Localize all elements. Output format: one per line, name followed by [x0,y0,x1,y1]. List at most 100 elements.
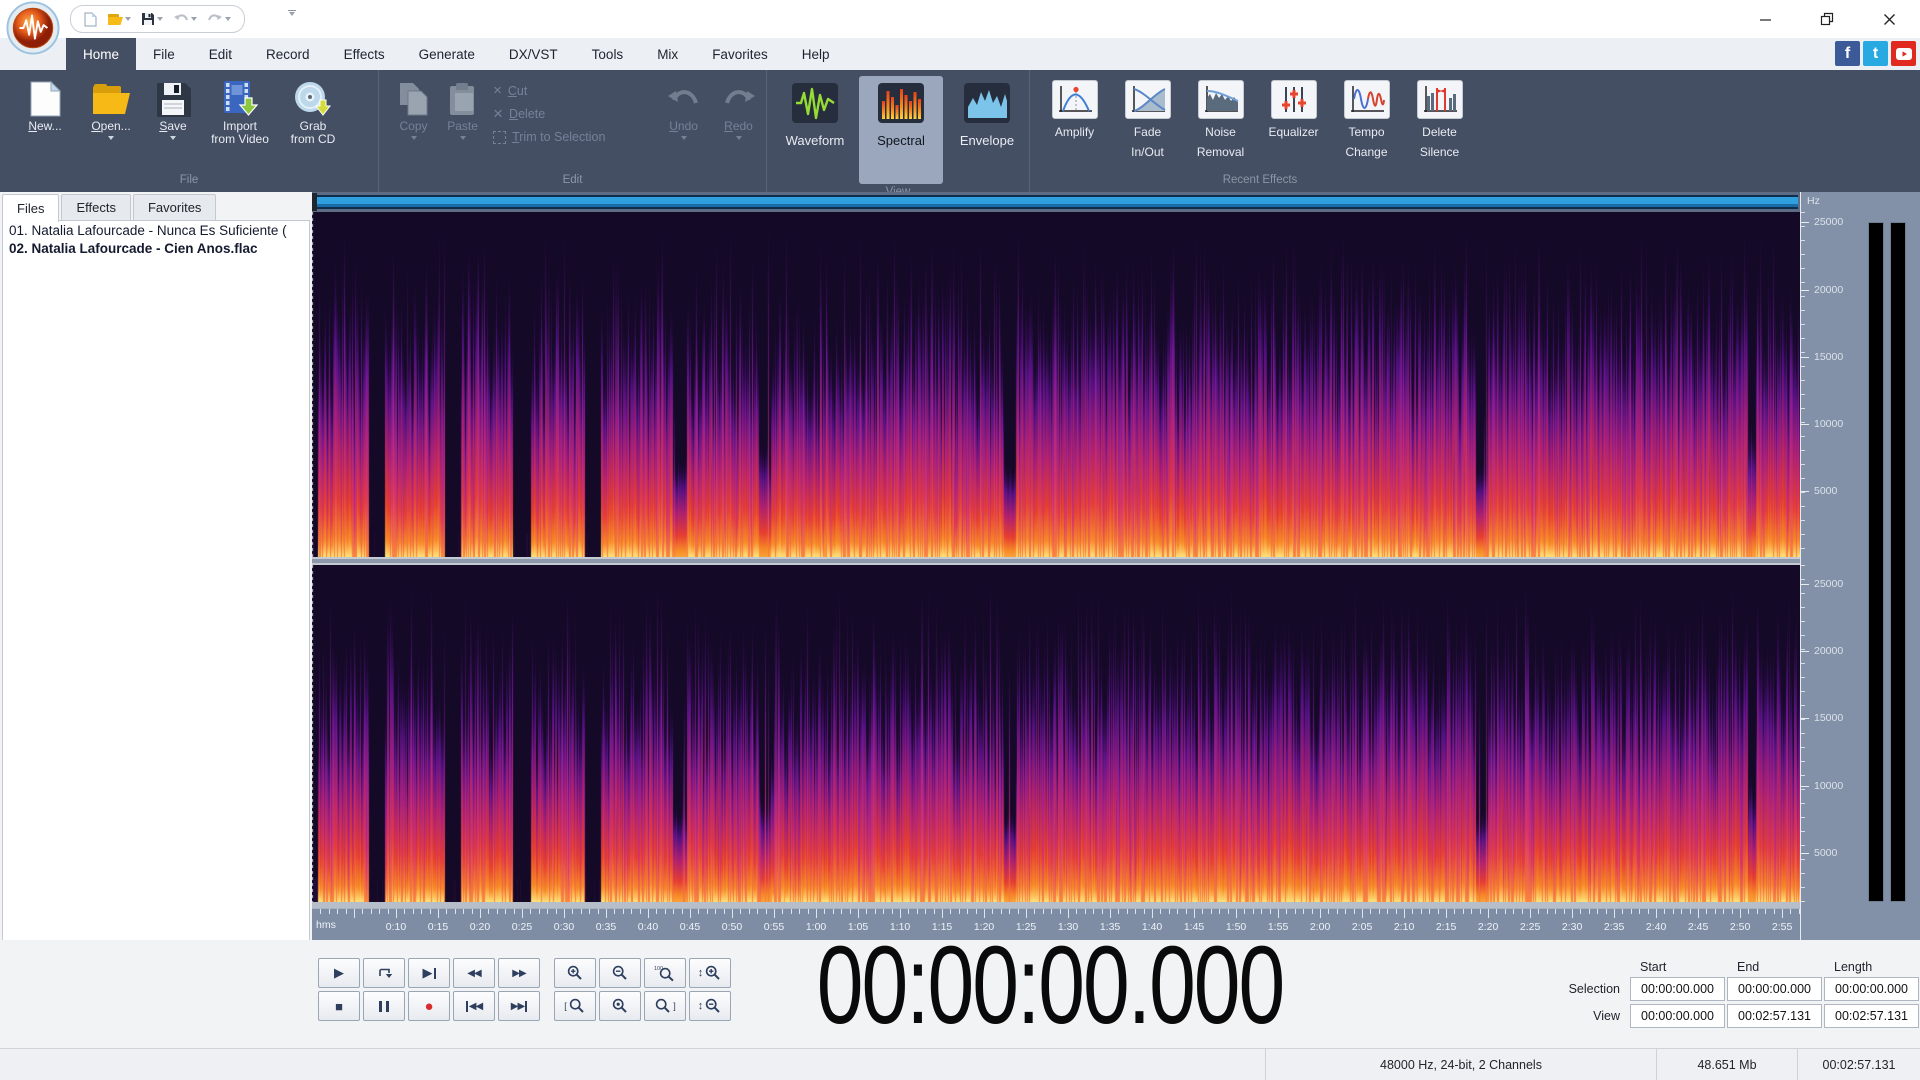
channel-divider[interactable] [312,557,1800,565]
dropdown-arrow-icon[interactable] [125,17,131,21]
minimize-button[interactable] [1734,0,1796,38]
go-to-start-button[interactable]: ◀◀ [453,991,495,1021]
menu-tab-record[interactable]: Record [249,38,327,70]
selection-start-value[interactable]: 00:00:00.000 [1630,977,1725,1001]
tab-favorites[interactable]: Favorites [132,194,217,220]
play-to-end-button[interactable]: ▶ [408,958,450,988]
app-logo[interactable] [6,1,60,55]
overview-start-marker[interactable] [312,193,317,211]
loop-playback-button[interactable] [363,958,405,988]
frequency-scale-channel-1: 25000 20000 15000 10000 5000 [1801,212,1863,557]
dropdown-arrow-icon [680,136,687,140]
silence-label-1: Delete [1422,125,1457,139]
go-to-end-button[interactable]: ▶▶ [498,991,540,1021]
save-button[interactable]: Save [144,76,202,140]
view-length-value[interactable]: 00:02:57.131 [1824,1004,1919,1028]
minimize-icon [1759,18,1771,21]
envelope-icon [964,83,1010,123]
twitter-button[interactable]: t [1863,41,1888,66]
level-meter-left [1868,222,1884,902]
tab-effects[interactable]: Effects [61,194,131,220]
tab-files[interactable]: Files [2,194,60,222]
open-label: Open... [91,119,131,133]
selection-row-label: Selection [1568,982,1620,996]
menu-tab-help[interactable]: Help [785,38,847,70]
view-start-value[interactable]: 00:00:00.000 [1630,1004,1725,1028]
cut-button: × Cut [493,83,648,98]
zoom-out-button[interactable] [599,958,641,988]
menu-tab-favorites[interactable]: Favorites [695,38,785,70]
equalizer-button[interactable]: Equalizer [1257,76,1330,139]
zoom-in-button[interactable] [554,958,596,988]
menu-tab-edit[interactable]: Edit [192,38,249,70]
close-button[interactable] [1858,0,1920,38]
dropdown-arrow-icon[interactable] [108,136,114,140]
dropdown-arrow-icon[interactable] [191,17,197,21]
fade-label-1: Fade [1133,125,1162,139]
menu-tab-home[interactable]: Home [66,38,137,70]
fade-in-out-button[interactable]: Fade In/Out [1111,76,1184,159]
quick-redo-button[interactable] [204,8,234,30]
dropdown-arrow-icon[interactable] [225,17,231,21]
pause-icon [379,1000,382,1012]
dropdown-arrow-icon[interactable] [157,17,163,21]
paste-button: Paste [438,76,487,140]
file-list-item[interactable]: 01. Natalia Lafourcade - Nunca Es Sufici… [3,221,309,239]
equalizer-icon [1281,87,1306,112]
spectrogram-channel-2[interactable] [312,565,1800,902]
menu-tab-mix[interactable]: Mix [640,38,695,70]
facebook-button[interactable]: f [1835,41,1860,66]
spectral-view-button[interactable]: Spectral [859,76,943,184]
import-from-video-button[interactable]: Import from Video [202,76,278,146]
menu-tab-dxvst[interactable]: DX/VST [492,38,575,70]
selection-info-panel: Start End Length Selection 00:00:00.000 … [1548,956,1919,1028]
quick-save-button[interactable] [138,8,166,30]
menu-tab-effects[interactable]: Effects [327,38,402,70]
waveform-view-button[interactable]: Waveform [773,76,857,147]
overview-scrollbar[interactable] [314,195,1798,209]
youtube-button[interactable] [1891,41,1916,66]
menu-tab-generate[interactable]: Generate [402,38,492,70]
quick-open-button[interactable] [104,8,134,30]
delete-icon: × [493,104,504,123]
open-button[interactable]: Open... [78,76,144,140]
record-button[interactable]: ● [408,991,450,1021]
rewind-button[interactable]: ◀◀ [453,958,495,988]
file-list-item-active[interactable]: 02. Natalia Lafourcade - Cien Anos.flac [3,239,309,257]
fast-forward-button[interactable]: ▶▶ [498,958,540,988]
amplify-button[interactable]: Amplify [1038,76,1111,139]
waveform-label: Waveform [785,133,845,148]
menu-tab-tools[interactable]: Tools [575,38,641,70]
customize-toolbar-button[interactable] [288,10,296,16]
files-panel: Files Effects Favorites 01. Natalia Lafo… [0,192,312,1080]
envelope-view-button[interactable]: Envelope [945,76,1029,147]
play-button[interactable]: ▶ [318,958,360,988]
maximize-button[interactable] [1796,0,1858,38]
edit-group-caption: Edit [562,174,583,186]
redo-icon [208,14,222,21]
new-button[interactable]: New... [12,76,78,133]
copy-button: Copy [389,76,438,140]
fade-icon [1131,86,1165,112]
selection-end-value[interactable]: 00:00:00.000 [1727,977,1822,1001]
frequency-axis: Hz 25000 20000 15000 10000 5000 25000 20000 15… [1800,192,1863,940]
menu-tab-file[interactable]: File [136,38,192,70]
zoom-selection-start-button[interactable]: [ [554,991,596,1021]
spectrogram-channel-1[interactable] [312,212,1800,557]
stop-button[interactable]: ■ [318,991,360,1021]
zoom-to-selection-button[interactable] [599,991,641,1021]
dropdown-arrow-icon[interactable] [170,136,176,140]
grab-from-cd-button[interactable]: Grab from CD [278,76,348,146]
view-end-value[interactable]: 00:02:57.131 [1727,1004,1822,1028]
selection-length-value[interactable]: 00:00:00.000 [1824,977,1919,1001]
tempo-change-button[interactable]: Tempo Change [1330,76,1403,159]
noise-removal-button[interactable]: Noise Removal [1184,76,1257,159]
social-links: f t [1835,41,1916,66]
cut-label: Cut [507,84,528,98]
delete-silence-button[interactable]: Delete Silence [1403,76,1476,159]
quick-new-button[interactable] [81,8,100,30]
frequency-meter-panel: Hz 25000 20000 15000 10000 5000 25000 20000 15… [1800,192,1920,940]
quick-undo-button[interactable] [170,8,200,30]
pause-button[interactable] [363,991,405,1021]
recent-effects-group-caption: Recent Effects [1222,174,1298,186]
